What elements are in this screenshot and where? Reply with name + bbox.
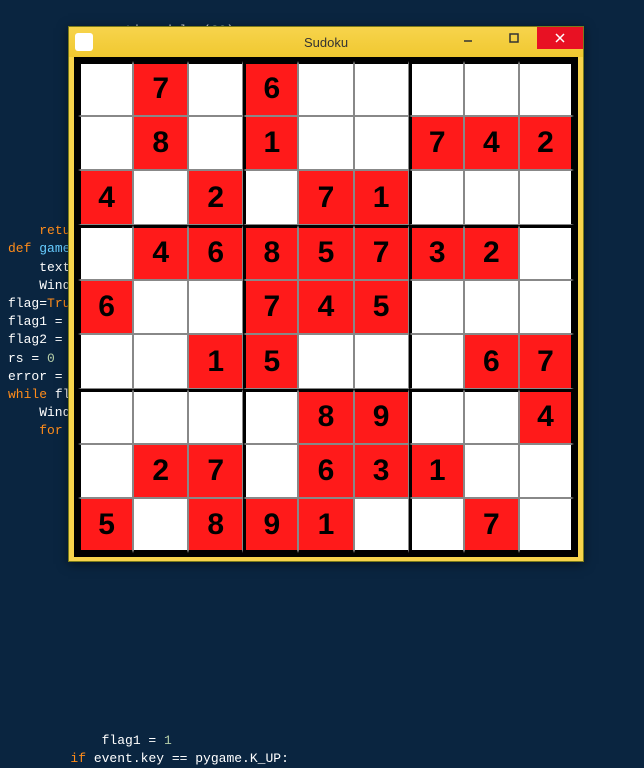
sudoku-cell[interactable] — [243, 389, 298, 444]
sudoku-cell[interactable] — [78, 444, 133, 499]
sudoku-cell[interactable]: 7 — [188, 444, 243, 499]
sudoku-cell[interactable]: 7 — [519, 334, 574, 389]
minimize-button[interactable] — [445, 27, 491, 49]
sudoku-cell[interactable] — [519, 61, 574, 116]
close-button[interactable] — [537, 27, 583, 49]
sudoku-cell[interactable] — [133, 334, 188, 389]
sudoku-cell[interactable] — [519, 225, 574, 280]
sudoku-cell[interactable]: 4 — [519, 389, 574, 444]
sudoku-cell[interactable]: 8 — [243, 225, 298, 280]
sudoku-cell[interactable]: 5 — [354, 280, 409, 335]
sudoku-cell[interactable]: 1 — [243, 116, 298, 171]
sudoku-cell[interactable]: 5 — [243, 334, 298, 389]
sudoku-cell[interactable]: 3 — [409, 225, 464, 280]
maximize-icon — [509, 33, 519, 43]
sudoku-cell[interactable]: 9 — [354, 389, 409, 444]
sudoku-cell[interactable]: 3 — [354, 444, 409, 499]
sudoku-cell[interactable]: 1 — [354, 170, 409, 225]
sudoku-cell[interactable] — [298, 334, 353, 389]
sudoku-cell[interactable]: 8 — [298, 389, 353, 444]
sudoku-cell[interactable] — [188, 389, 243, 444]
sudoku-board[interactable]: 768174242714685732674515678942763158917 — [78, 61, 574, 553]
sudoku-cell[interactable] — [133, 280, 188, 335]
sudoku-cell[interactable] — [409, 334, 464, 389]
sudoku-cell[interactable] — [409, 170, 464, 225]
close-icon — [555, 33, 565, 43]
sudoku-cell[interactable] — [409, 498, 464, 553]
sudoku-cell[interactable]: 7 — [354, 225, 409, 280]
sudoku-board-container: 768174242714685732674515678942763158917 — [74, 57, 578, 557]
sudoku-cell[interactable] — [409, 61, 464, 116]
sudoku-cell[interactable]: 7 — [133, 61, 188, 116]
sudoku-cell[interactable]: 1 — [188, 334, 243, 389]
sudoku-window: Sudoku 768174242714685732674515678942763… — [68, 26, 584, 562]
sudoku-cell[interactable]: 6 — [464, 334, 519, 389]
sudoku-cell[interactable] — [298, 116, 353, 171]
minimize-icon — [463, 33, 473, 43]
window-icon — [75, 33, 93, 51]
sudoku-cell[interactable] — [243, 170, 298, 225]
sudoku-cell[interactable]: 4 — [78, 170, 133, 225]
sudoku-cell[interactable] — [519, 498, 574, 553]
sudoku-cell[interactable] — [298, 61, 353, 116]
sudoku-cell[interactable] — [133, 498, 188, 553]
sudoku-cell[interactable] — [78, 225, 133, 280]
maximize-button[interactable] — [491, 27, 537, 49]
sudoku-cell[interactable]: 2 — [464, 225, 519, 280]
sudoku-cell[interactable]: 4 — [464, 116, 519, 171]
sudoku-cell[interactable]: 6 — [243, 61, 298, 116]
sudoku-cell[interactable]: 7 — [298, 170, 353, 225]
sudoku-cell[interactable]: 5 — [78, 498, 133, 553]
sudoku-cell[interactable] — [354, 116, 409, 171]
sudoku-cell[interactable] — [464, 61, 519, 116]
sudoku-cell[interactable] — [188, 116, 243, 171]
sudoku-cell[interactable] — [133, 170, 188, 225]
sudoku-cell[interactable] — [464, 170, 519, 225]
sudoku-cell[interactable] — [409, 389, 464, 444]
sudoku-cell[interactable] — [354, 61, 409, 116]
sudoku-cell[interactable] — [78, 116, 133, 171]
sudoku-cell[interactable]: 4 — [133, 225, 188, 280]
window-titlebar[interactable]: Sudoku — [69, 27, 583, 57]
sudoku-cell[interactable]: 1 — [298, 498, 353, 553]
sudoku-cell[interactable] — [464, 280, 519, 335]
sudoku-cell[interactable]: 5 — [298, 225, 353, 280]
sudoku-cell[interactable] — [78, 389, 133, 444]
sudoku-cell[interactable] — [354, 498, 409, 553]
sudoku-cell[interactable]: 1 — [409, 444, 464, 499]
sudoku-cell[interactable] — [409, 280, 464, 335]
sudoku-cell[interactable] — [519, 444, 574, 499]
sudoku-cell[interactable]: 7 — [464, 498, 519, 553]
sudoku-cell[interactable]: 6 — [188, 225, 243, 280]
sudoku-cell[interactable]: 2 — [133, 444, 188, 499]
sudoku-cell[interactable]: 7 — [243, 280, 298, 335]
sudoku-cell[interactable] — [188, 61, 243, 116]
sudoku-cell[interactable] — [78, 61, 133, 116]
sudoku-cell[interactable]: 8 — [188, 498, 243, 553]
sudoku-cell[interactable]: 6 — [78, 280, 133, 335]
window-controls — [445, 27, 583, 49]
sudoku-cell[interactable] — [464, 444, 519, 499]
sudoku-cell[interactable]: 9 — [243, 498, 298, 553]
sudoku-cell[interactable]: 6 — [298, 444, 353, 499]
sudoku-cell[interactable]: 7 — [409, 116, 464, 171]
sudoku-cell[interactable] — [188, 280, 243, 335]
sudoku-cell[interactable] — [133, 389, 188, 444]
sudoku-cell[interactable] — [243, 444, 298, 499]
sudoku-cell[interactable] — [78, 334, 133, 389]
sudoku-cell[interactable] — [519, 280, 574, 335]
sudoku-cell[interactable]: 2 — [188, 170, 243, 225]
sudoku-cell[interactable] — [464, 389, 519, 444]
sudoku-cell[interactable] — [354, 334, 409, 389]
sudoku-cell[interactable]: 4 — [298, 280, 353, 335]
sudoku-cell[interactable] — [519, 170, 574, 225]
sudoku-cell[interactable]: 8 — [133, 116, 188, 171]
sudoku-cell[interactable]: 2 — [519, 116, 574, 171]
